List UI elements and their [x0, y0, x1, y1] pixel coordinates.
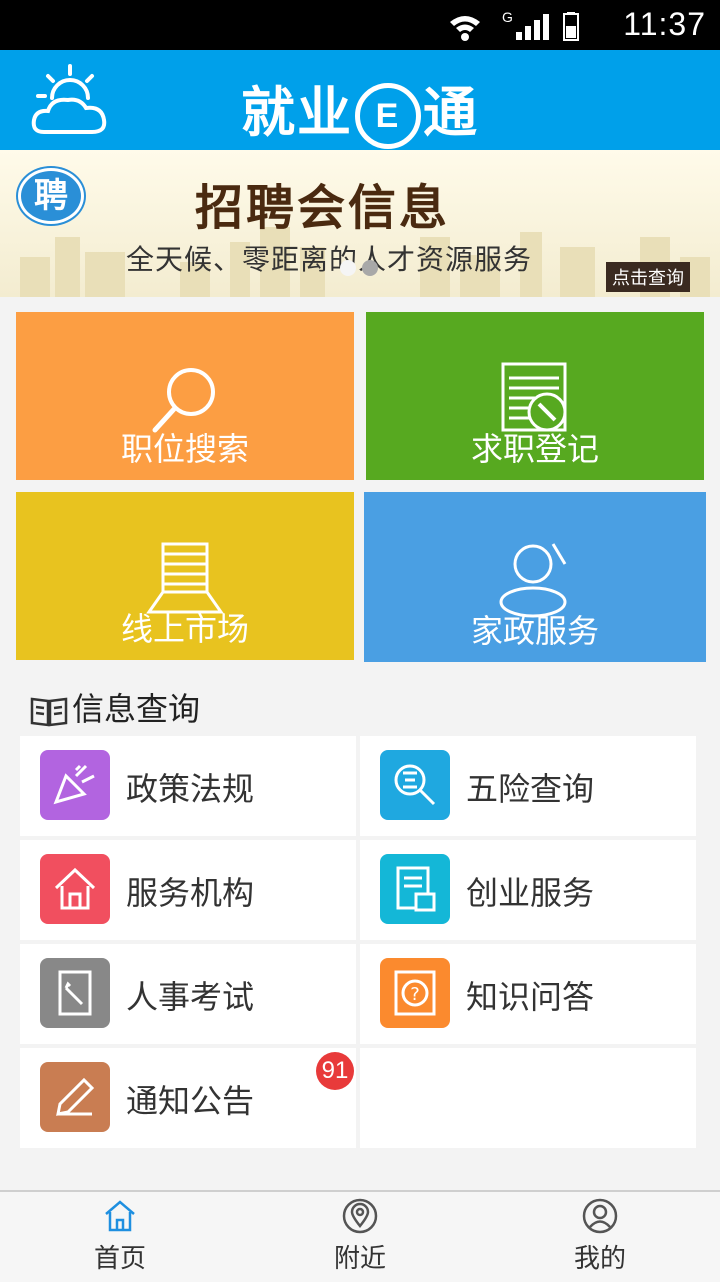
list-item-service-agency[interactable]: 服务机构: [20, 840, 356, 940]
list-item-startup[interactable]: 创业服务: [360, 840, 696, 940]
list-item-notice[interactable]: 通知公告 91: [20, 1048, 356, 1148]
list-item-policy[interactable]: 政策法规: [20, 736, 356, 836]
item-label: 创业服务: [466, 874, 595, 912]
profile-icon: [582, 1198, 618, 1234]
tab-label: 我的: [573, 1244, 626, 1274]
startup-doc-icon: [380, 854, 450, 924]
tab-label: 附近: [333, 1244, 386, 1274]
recruit-badge: 聘: [18, 168, 84, 224]
tile-housekeeping[interactable]: 家政服务: [364, 492, 706, 662]
tile-label: 求职登记: [470, 430, 599, 468]
exam-pencil-icon: [40, 958, 110, 1028]
item-label: 服务机构: [126, 874, 255, 912]
banner-subtitle: 全天候、零距离的人才资源服务: [126, 243, 533, 276]
status-icons: G: [450, 10, 579, 41]
signal-icon: [516, 14, 549, 40]
title-e-logo: E: [355, 83, 421, 150]
carousel-dot-active: [362, 260, 378, 276]
title-part2: 通: [423, 81, 479, 144]
list-item-empty: [360, 1048, 696, 1148]
job-fair-banner[interactable]: 聘 招聘会信息 全天候、零距离的人才资源服务 点击查询: [0, 150, 720, 297]
section-title: 信息查询: [72, 690, 201, 728]
tile-label: 线上市场: [120, 610, 249, 648]
item-label: 政策法规: [126, 770, 255, 808]
item-label: 五险查询: [466, 770, 595, 808]
section-header: 信息查询: [30, 684, 200, 730]
battery-icon: [563, 12, 579, 41]
list-item-insurance[interactable]: 五险查询: [360, 736, 696, 836]
home-tab-icon: [105, 1200, 135, 1232]
title-part1: 就业: [241, 81, 353, 144]
open-book-icon: [30, 697, 68, 727]
list-item-personnel-exam[interactable]: 人事考试: [20, 944, 356, 1044]
tile-label: 家政服务: [470, 612, 599, 650]
item-label: 知识问答: [466, 978, 595, 1016]
insurance-search-icon: [380, 750, 450, 820]
wifi-icon: [450, 16, 480, 41]
item-label: 通知公告: [126, 1082, 255, 1120]
list-item-knowledge-qa[interactable]: ? 知识问答: [360, 944, 696, 1044]
app-title: 就业 E 通: [0, 68, 720, 150]
item-label: 人事考试: [126, 978, 255, 1016]
network-type: G: [502, 10, 513, 25]
tile-job-search[interactable]: 职位搜索: [16, 312, 354, 480]
megaphone-icon: [40, 750, 110, 820]
tile-online-market[interactable]: 线上市场: [16, 492, 354, 660]
tab-home[interactable]: 首页: [0, 1192, 240, 1282]
tile-job-register[interactable]: 求职登记: [366, 312, 704, 480]
tab-nearby[interactable]: 附近: [240, 1192, 480, 1282]
clock: 11:37: [623, 6, 706, 42]
bottom-tab-bar: 首页 附近 我的: [0, 1190, 720, 1282]
notification-count-badge: 91: [316, 1052, 354, 1090]
notice-pencil-icon: [40, 1062, 110, 1132]
tab-profile[interactable]: 我的: [480, 1192, 720, 1282]
tab-label: 首页: [93, 1244, 146, 1274]
app-header: 就业 E 通: [0, 50, 720, 150]
home-icon: [40, 854, 110, 924]
tile-label: 职位搜索: [120, 430, 249, 468]
carousel-dot: [340, 260, 356, 276]
banner-title: 招聘会信息: [195, 180, 451, 236]
status-bar: G 11:37: [0, 0, 720, 50]
svg-text:?: ?: [410, 984, 420, 1005]
carousel-indicator: [340, 260, 384, 280]
location-pin-icon: [342, 1198, 378, 1234]
qa-question-icon: ?: [380, 958, 450, 1028]
banner-query-button[interactable]: 点击查询: [606, 262, 690, 292]
